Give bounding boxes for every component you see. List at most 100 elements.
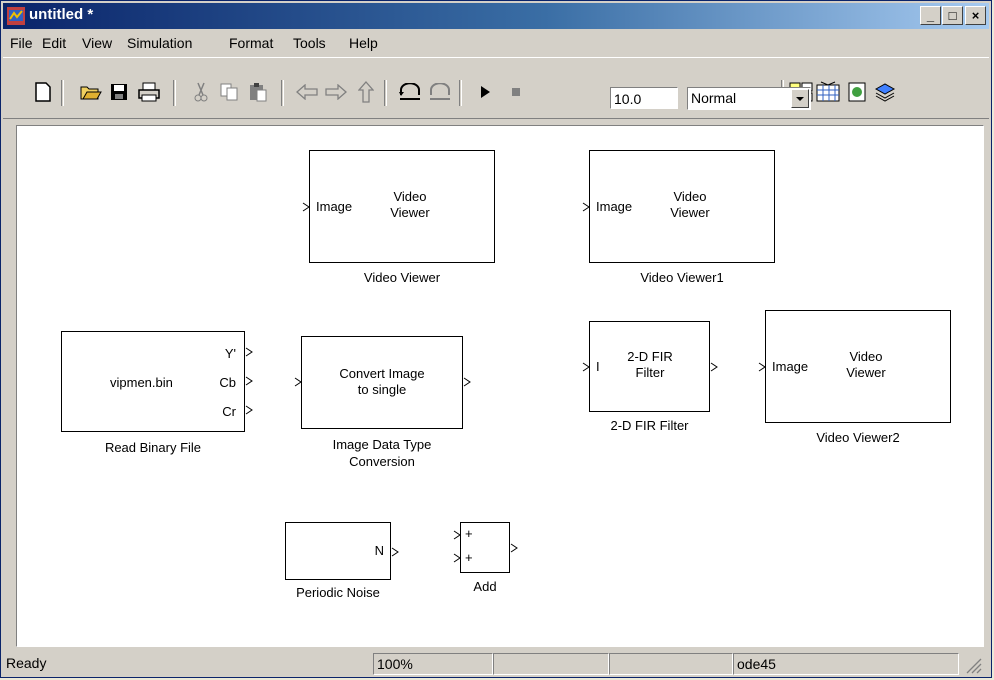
forward-icon[interactable] xyxy=(324,80,348,104)
simulink-app-icon xyxy=(7,7,25,25)
paste-icon[interactable] xyxy=(246,80,270,104)
block-text: Viewer xyxy=(846,365,886,380)
block-text: vipmen.bin xyxy=(110,375,173,390)
menu-tools[interactable]: Tools xyxy=(293,35,326,51)
menu-format[interactable]: Format xyxy=(229,35,273,51)
read-binary-file-block[interactable]: vipmen.bin Y' Cb Cr xyxy=(61,331,245,432)
plus-input-port: + xyxy=(465,550,473,565)
plus-input-port: + xyxy=(465,526,473,541)
input-port-arrow-icon xyxy=(294,377,302,387)
status-text: Ready xyxy=(6,655,47,671)
toolbar xyxy=(3,57,989,119)
block-label-line: Image Data Type xyxy=(332,437,432,452)
simulation-mode-value: Normal xyxy=(691,90,737,106)
output-port-arrow-icon xyxy=(391,547,399,557)
block-text: Video xyxy=(673,189,707,204)
copy-icon[interactable] xyxy=(217,80,241,104)
add-block[interactable]: + + xyxy=(460,522,510,573)
new-model-icon[interactable] xyxy=(31,80,55,104)
close-icon[interactable]: × xyxy=(965,6,986,25)
image-input-port: Image xyxy=(772,359,809,374)
y-output-port: Y' xyxy=(224,346,236,361)
simulation-mode-select[interactable]: Normal xyxy=(687,87,811,110)
video-viewer1-block[interactable]: Image Video Viewer xyxy=(589,150,775,263)
maximize-icon[interactable]: □ xyxy=(942,6,963,25)
debugger-icon[interactable] xyxy=(845,80,869,104)
minimize-icon[interactable]: _ xyxy=(920,6,941,25)
toolbar-separator xyxy=(281,80,284,106)
block-label[interactable]: Video Viewer2 xyxy=(765,429,951,446)
block-label[interactable]: Add xyxy=(453,578,517,595)
status-pane xyxy=(493,653,609,675)
menu-edit[interactable]: Edit xyxy=(42,35,66,51)
print-icon[interactable] xyxy=(137,80,161,104)
menu-simulation[interactable]: Simulation xyxy=(127,35,192,51)
n-output-port: N xyxy=(374,543,384,558)
update-diagram-icon[interactable] xyxy=(873,80,897,104)
video-viewer-block[interactable]: Image Video Viewer xyxy=(309,150,495,263)
back-icon[interactable] xyxy=(295,80,319,104)
toolbar-separator xyxy=(459,80,462,106)
block-text: to single xyxy=(357,382,407,397)
image-input-port: Image xyxy=(596,199,633,214)
output-port-arrow-icon xyxy=(463,377,471,387)
stop-icon[interactable] xyxy=(504,80,528,104)
cb-output-port: Cb xyxy=(219,375,236,390)
block-label[interactable]: 2-D FIR Filter xyxy=(589,417,710,434)
redo-icon[interactable] xyxy=(428,80,452,104)
stop-time-input[interactable]: 10.0 xyxy=(610,87,678,109)
model-canvas[interactable]: Image Video Viewer Video Viewer Image Vi… xyxy=(16,125,984,647)
input-port-arrow-icon xyxy=(453,553,461,563)
menu-bar: File Edit View Simulation Format Tools H… xyxy=(3,31,989,55)
solver-name: ode45 xyxy=(733,653,959,675)
zoom-level: 100% xyxy=(373,653,493,675)
output-port-arrow-icon xyxy=(245,376,253,386)
block-label[interactable]: Video Viewer xyxy=(309,269,495,286)
block-text: Viewer xyxy=(390,205,430,220)
undo-icon[interactable] xyxy=(398,80,422,104)
menu-file[interactable]: File xyxy=(10,35,33,51)
fir-filter-block[interactable]: I 2-D FIR Filter xyxy=(589,321,710,412)
block-label[interactable]: Periodic Noise xyxy=(279,584,397,601)
block-label[interactable]: Read Binary File xyxy=(61,439,245,456)
block-label[interactable]: Video Viewer1 xyxy=(589,269,775,286)
input-port-arrow-icon xyxy=(582,362,590,372)
save-icon[interactable] xyxy=(107,80,131,104)
toolbar-separator xyxy=(61,80,64,106)
window-title: untitled * xyxy=(29,6,94,23)
status-bar: Ready 100% ode45 xyxy=(3,651,989,677)
cr-output-port: Cr xyxy=(222,404,236,419)
block-text: Viewer xyxy=(670,205,710,220)
block-label-line: Conversion xyxy=(349,454,415,469)
up-icon[interactable] xyxy=(354,80,378,104)
block-text: 2-D FIR xyxy=(627,349,673,364)
video-viewer2-block[interactable]: Image Video Viewer xyxy=(765,310,951,423)
start-icon[interactable] xyxy=(473,80,497,104)
periodic-noise-block[interactable]: N xyxy=(285,522,391,580)
open-icon[interactable] xyxy=(79,80,103,104)
input-port-arrow-icon xyxy=(758,362,766,372)
menu-help[interactable]: Help xyxy=(349,35,378,51)
model-explorer-icon[interactable] xyxy=(816,80,840,104)
input-port-arrow-icon xyxy=(302,202,310,212)
i-input-port: I xyxy=(596,359,600,374)
block-text: Convert Image xyxy=(339,366,425,381)
output-port-arrow-icon xyxy=(245,405,253,415)
cut-icon[interactable] xyxy=(189,80,213,104)
image-data-type-conversion-block[interactable]: Convert Image to single xyxy=(301,336,463,429)
input-port-arrow-icon xyxy=(582,202,590,212)
block-label[interactable]: Image Data Type Conversion xyxy=(301,436,463,470)
output-port-arrow-icon xyxy=(510,543,518,553)
input-port-arrow-icon xyxy=(453,530,461,540)
block-text: Video xyxy=(393,189,427,204)
menu-view[interactable]: View xyxy=(82,35,112,51)
title-bar[interactable]: untitled * _ □ × xyxy=(3,3,989,29)
image-input-port: Image xyxy=(316,199,353,214)
chevron-down-icon[interactable] xyxy=(791,89,809,108)
toolbar-separator xyxy=(384,80,387,106)
block-text: Filter xyxy=(635,365,665,380)
simulink-model-window: untitled * _ □ × File Edit View Simulati… xyxy=(0,0,992,678)
block-text: Video xyxy=(849,349,883,364)
output-port-arrow-icon xyxy=(710,362,718,372)
resize-grip-icon[interactable] xyxy=(963,657,983,675)
